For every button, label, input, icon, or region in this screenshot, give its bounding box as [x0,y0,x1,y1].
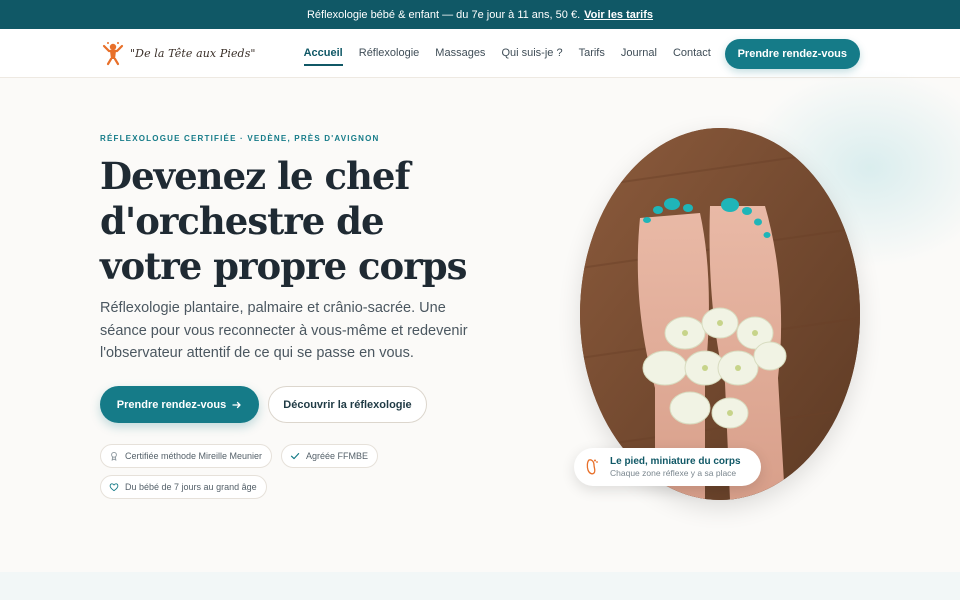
nav-item-reflexologie[interactable]: Réflexologie [359,41,420,65]
check-icon [290,453,300,460]
logo[interactable]: "De la Tête aux Pieds" [100,40,256,66]
hero-booking-label: Prendre rendez-vous [116,398,227,411]
hero-title: Devenez le chef d'orchestre de votre pro… [100,154,480,289]
main-nav: Accueil Réflexologie Massages Qui suis-j… [303,41,711,66]
badge-age-range: Du bébé de 7 jours au grand âge [100,475,267,499]
hero-section: RÉFLEXOLOGUE CERTIFIÉE · VEDÈNE, PRÈS D'… [0,68,960,572]
badge-ffmbe-label: Agréée FFMBE [306,451,369,461]
hero-lead: Réflexologie plantaire, palmaire et crân… [100,300,468,361]
announcement-link[interactable]: Voir les tarifs [584,9,653,21]
caption-subtitle: Chaque zone réflexe y a sa place [610,468,737,478]
photo-caption-card: Le pied, miniature du corps Chaque zone … [574,448,761,486]
arrow-right-icon [232,401,241,408]
hero-photo [580,128,860,500]
announcement-text: Réflexologie bébé & enfant — du 7e jour … [306,8,581,21]
next-section-edge [0,572,960,600]
hero-eyebrow: RÉFLEXOLOGUE CERTIFIÉE · VEDÈNE, PRÈS D'… [100,134,380,143]
header-booking-button[interactable]: Prendre rendez-vous [724,39,860,69]
badge-certification-label: Certifiée méthode Mireille Meunier [125,451,263,461]
badge-certification: Certifiée méthode Mireille Meunier [100,444,273,468]
foot-icon [586,459,598,475]
hero-title-line-3: votre propre corps [100,244,467,288]
badge-age-range-label: Du bébé de 7 jours au grand âge [125,482,257,492]
announcement-bar: Réflexologie bébé & enfant — du 7e jour … [0,0,960,29]
nav-item-accueil[interactable]: Accueil [303,41,343,66]
feet-with-orchids-photo [580,128,860,500]
award-icon [111,451,117,461]
nav-item-massages[interactable]: Massages [435,41,485,65]
logo-text: "De la Tête aux Pieds" [130,46,256,60]
nav-item-journal[interactable]: Journal [621,41,657,65]
nav-item-qui-suis-je[interactable]: Qui suis-je ? [501,41,562,65]
heart-icon [109,483,119,492]
badge-ffmbe: Agréée FFMBE [281,444,379,468]
logo-figure-icon [102,42,124,66]
hero-title-line-1: Devenez le chef [100,154,410,198]
hero-booking-button[interactable]: Prendre rendez-vous [100,386,259,423]
hero-title-line-2: d'orchestre de [100,199,385,243]
discover-reflexology-button[interactable]: Découvrir la réflexologie [268,386,427,423]
nav-item-contact[interactable]: Contact [673,41,711,65]
caption-title: Le pied, miniature du corps [610,456,741,467]
nav-item-tarifs[interactable]: Tarifs [579,41,605,65]
